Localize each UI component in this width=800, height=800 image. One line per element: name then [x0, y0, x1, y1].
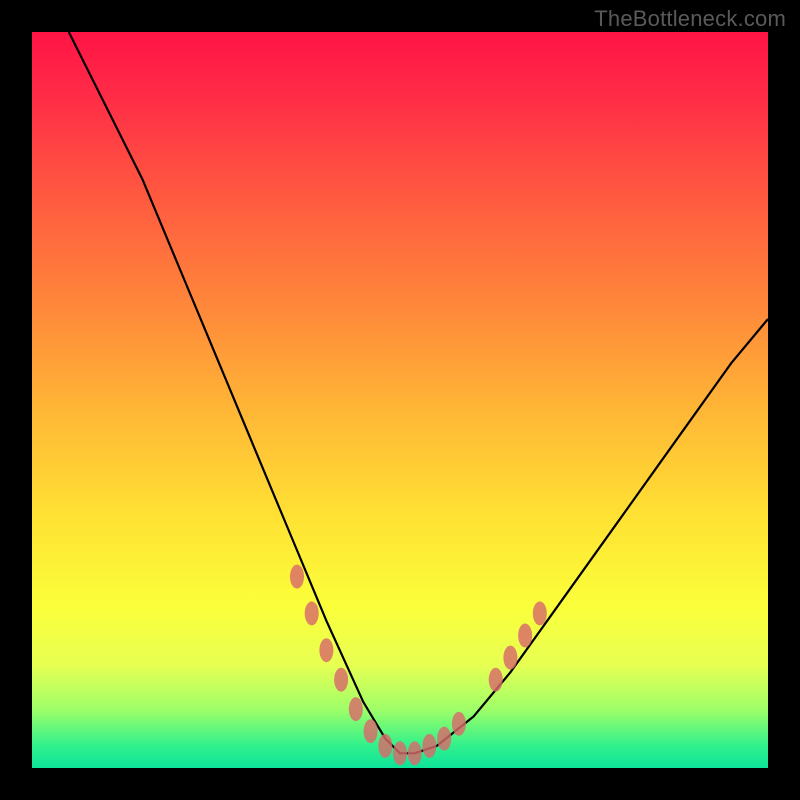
chart-svg [32, 32, 768, 768]
curve-marker [533, 601, 547, 625]
curve-marker [437, 727, 451, 751]
curve-marker [319, 638, 333, 662]
curve-marker [452, 712, 466, 736]
curve-marker [518, 624, 532, 648]
curve-marker [503, 646, 517, 670]
curve-marker [349, 697, 363, 721]
curve-marker [408, 741, 422, 765]
curve-marker [334, 668, 348, 692]
curve-marker [489, 668, 503, 692]
marker-group [290, 565, 547, 766]
chart-plot-area [32, 32, 768, 768]
chart-stage: TheBottleneck.com [0, 0, 800, 800]
curve-marker [305, 601, 319, 625]
curve-marker [290, 565, 304, 589]
curve-marker [393, 741, 407, 765]
curve-marker [422, 734, 436, 758]
bottleneck-curve-path [69, 32, 768, 753]
watermark-text: TheBottleneck.com [594, 6, 786, 32]
curve-marker [378, 734, 392, 758]
curve-marker [364, 719, 378, 743]
